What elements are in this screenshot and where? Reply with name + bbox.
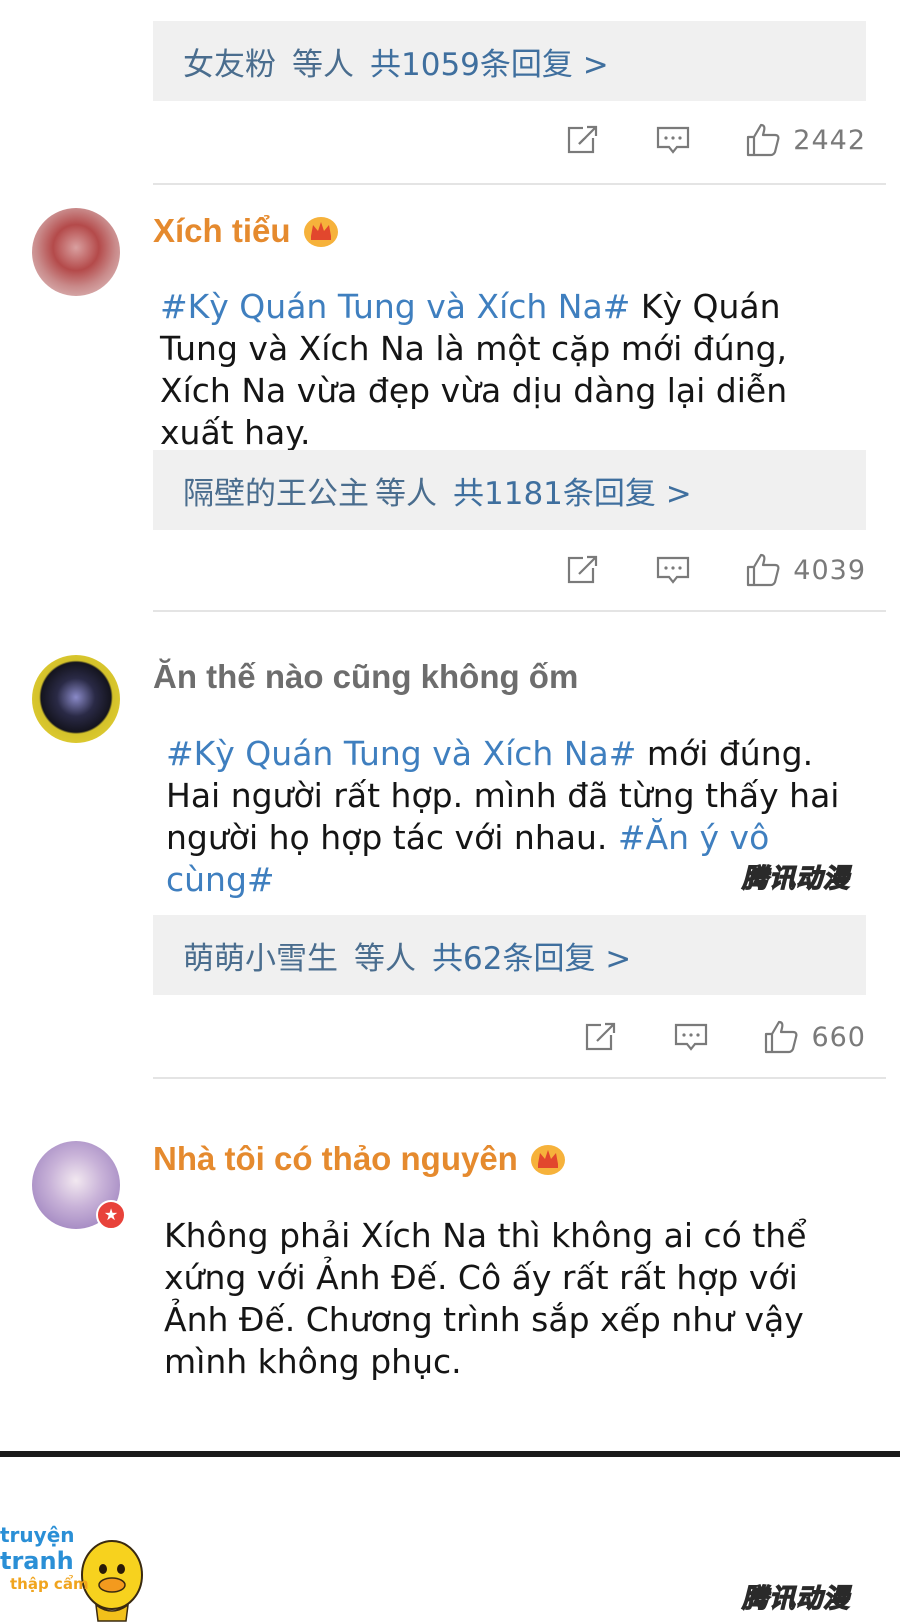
reply-summary[interactable]: 隔壁的王公主 等人 共1181条回复 > [153,450,866,530]
comment-icon[interactable] [655,122,691,158]
username-text: Xích tiểu [153,212,291,249]
watermark: 腾讯动漫 [741,1583,851,1614]
username[interactable]: Nhà tôi có thảo nguyên [153,1140,566,1178]
reply-users-suffix: 等人 [375,475,437,512]
reply-count-link[interactable]: 共62条回复 > [432,933,631,978]
page-separator [0,1451,900,1457]
like-icon[interactable] [763,1019,799,1055]
reply-summary[interactable]: 萌萌小雪生 等人 共62条回复 > [153,915,866,995]
like-count: 660 [811,1021,866,1053]
crown-icon [303,214,339,248]
comment-body: Không phải Xích Na thì không ai có thể x… [164,1216,807,1381]
site-logo: truyện tranh thập cẩm [0,1525,148,1623]
comment-actions: 660 [583,1015,866,1059]
comment-actions: 2442 [565,118,866,162]
like-icon[interactable] [745,552,781,588]
username-text: Nhà tôi có thảo nguyên [153,1140,518,1177]
divider [153,183,886,185]
comment-text: Không phải Xích Na thì không ai có thể x… [164,1215,824,1383]
watermark: 腾讯动漫 [741,863,851,894]
reply-users-suffix: 等人 [292,46,354,83]
verified-badge: ★ [96,1200,126,1230]
username[interactable]: Xích tiểu [153,212,339,250]
username-text: Ăn thế nào cũng không ốm [153,658,579,695]
hashtag-link[interactable]: #Kỳ Quán Tung và Xích Na# [160,287,630,326]
username[interactable]: Ăn thế nào cũng không ốm [153,658,578,696]
avatar[interactable] [32,655,120,743]
like-icon[interactable] [745,122,781,158]
avatar[interactable] [32,208,120,296]
reply-count-link[interactable]: 共1059条回复 > [370,39,609,84]
comment-icon[interactable] [655,552,691,588]
divider [153,1077,886,1079]
logo-line1: truyện [0,1523,75,1547]
reply-users-suffix: 等人 [354,940,416,977]
reply-users: 萌萌小雪生 [183,940,338,977]
reply-users: 隔壁的王公主 [183,475,369,512]
logo-line3: thập cẩm [10,1575,89,1593]
like-count: 4039 [793,554,866,586]
comment-text: #Kỳ Quán Tung và Xích Na# Kỳ Quán Tung v… [160,286,850,454]
logo-line2: tranh [0,1547,74,1575]
like-count: 2442 [793,124,866,156]
share-icon[interactable] [565,552,601,588]
reply-users: 女友粉 [183,46,276,83]
divider [153,610,886,612]
crown-icon [530,1142,566,1176]
share-icon[interactable] [583,1019,619,1055]
hashtag-link[interactable]: #Kỳ Quán Tung và Xích Na# [166,734,636,773]
comment-actions: 4039 [565,548,866,592]
comment-icon[interactable] [673,1019,709,1055]
share-icon[interactable] [565,122,601,158]
reply-summary[interactable]: 女友粉 等人 共1059条回复 > [153,21,866,101]
reply-count-link[interactable]: 共1181条回复 > [453,468,692,513]
